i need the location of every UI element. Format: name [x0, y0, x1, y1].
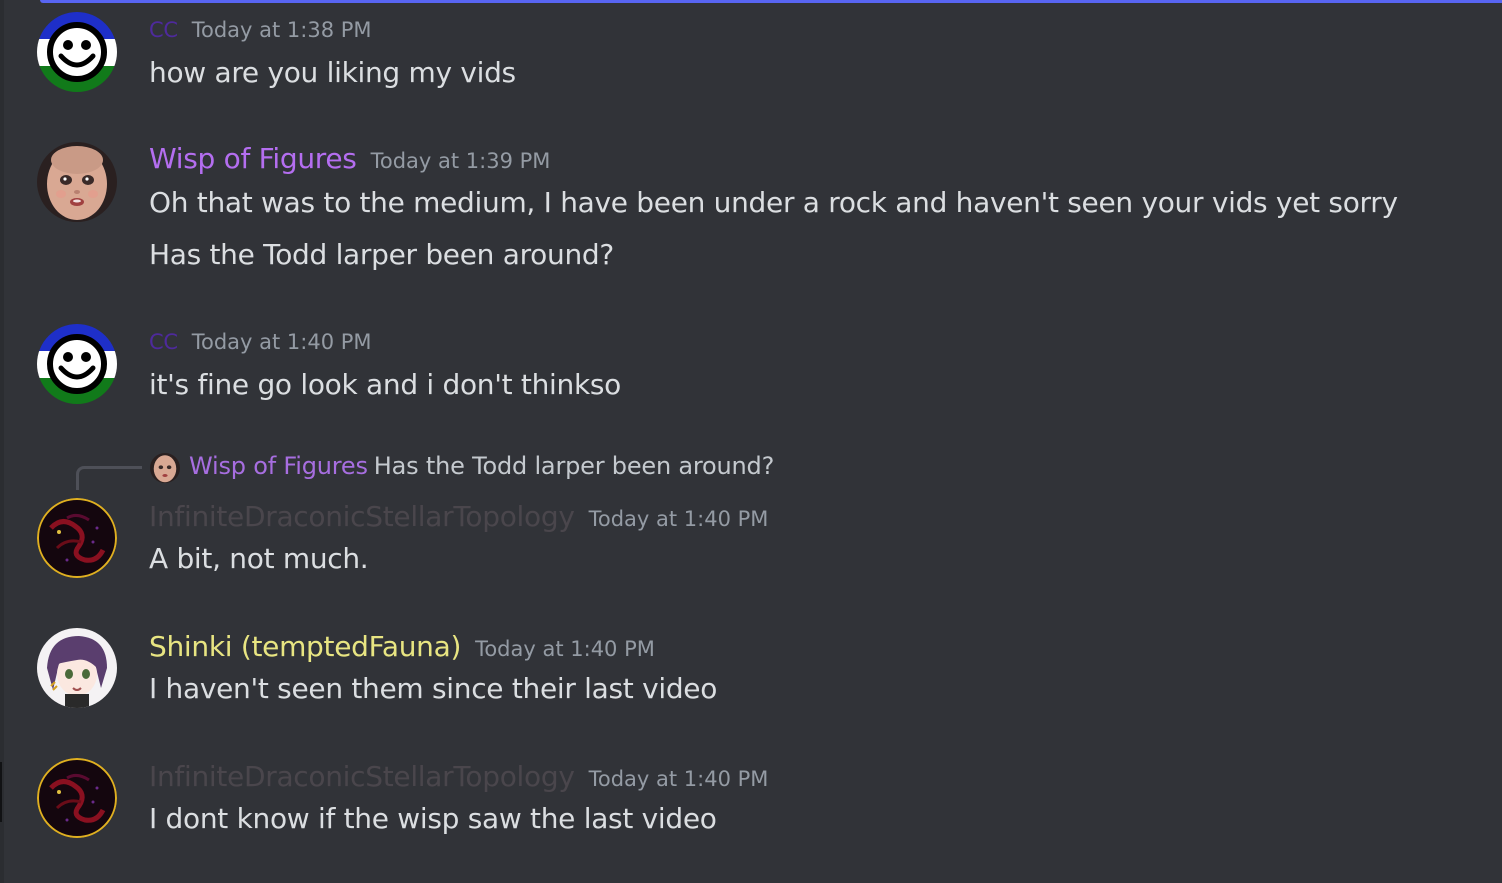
- message-header: Wisp of Figures Today at 1:39 PM: [149, 142, 550, 175]
- reply-preview[interactable]: Wisp of Figures Has the Todd larper been …: [189, 452, 774, 480]
- reply-username[interactable]: Wisp of Figures: [189, 452, 368, 480]
- message-header: CC Today at 1:38 PM: [149, 18, 372, 42]
- username[interactable]: InfiniteDraconicStellarTopology: [149, 760, 575, 793]
- anime-girl-avatar[interactable]: [37, 628, 117, 708]
- reply-content[interactable]: Has the Todd larper been around?: [374, 452, 775, 480]
- username[interactable]: Shinki (temptedFauna): [149, 630, 461, 663]
- smiley-tricolor-avatar[interactable]: [37, 324, 117, 404]
- timestamp[interactable]: Today at 1:40 PM: [589, 767, 769, 791]
- username[interactable]: InfiniteDraconicStellarTopology: [149, 500, 575, 533]
- message-header: InfiniteDraconicStellarTopology Today at …: [149, 760, 768, 793]
- message-header: InfiniteDraconicStellarTopology Today at …: [149, 500, 768, 533]
- message-content: it's fine go look and i don't thinkso: [149, 368, 621, 401]
- timestamp[interactable]: Today at 1:40 PM: [589, 507, 769, 531]
- message-content: I dont know if the wisp saw the last vid…: [149, 802, 717, 835]
- message-header: CC Today at 1:40 PM: [149, 330, 372, 354]
- chat-left-edge: [0, 0, 4, 883]
- reply-avatar[interactable]: [150, 453, 180, 483]
- timestamp[interactable]: Today at 1:38 PM: [192, 18, 372, 42]
- channel-top-accent-bar: [40, 0, 1502, 3]
- dark-dragon-avatar[interactable]: [37, 758, 117, 838]
- message-content: A bit, not much.: [149, 542, 369, 575]
- message-content: Oh that was to the medium, I have been u…: [149, 186, 1398, 219]
- message-content: how are you liking my vids: [149, 56, 516, 89]
- message-header: Shinki (temptedFauna) Today at 1:40 PM: [149, 630, 655, 663]
- smiley-tricolor-avatar[interactable]: [37, 12, 117, 92]
- message-content: Has the Todd larper been around?: [149, 238, 614, 271]
- timestamp[interactable]: Today at 1:40 PM: [475, 637, 655, 661]
- timestamp[interactable]: Today at 1:39 PM: [371, 149, 551, 173]
- message-content: I haven't seen them since their last vid…: [149, 672, 718, 705]
- reply-connector: [76, 466, 142, 490]
- timestamp[interactable]: Today at 1:40 PM: [192, 330, 372, 354]
- username[interactable]: CC: [149, 18, 178, 42]
- username[interactable]: Wisp of Figures: [149, 142, 357, 175]
- scrollbar-marker: [0, 762, 2, 822]
- username[interactable]: CC: [149, 330, 178, 354]
- dark-dragon-avatar[interactable]: [37, 498, 117, 578]
- doll-face-avatar[interactable]: [37, 142, 117, 222]
